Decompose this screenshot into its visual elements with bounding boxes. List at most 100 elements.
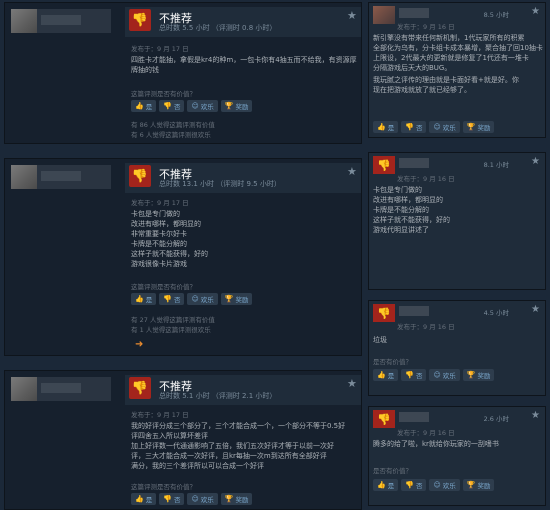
award-button[interactable]: 🏆 奖励 (220, 493, 253, 505)
vote-no-button[interactable]: 👎 否 (401, 479, 427, 491)
vote-no-button[interactable]: 👎 否 (401, 369, 427, 381)
award-button[interactable]: 🏆 奖励 (462, 369, 495, 381)
reviewer-name[interactable] (399, 8, 429, 18)
avatar[interactable] (11, 377, 37, 401)
star-icon[interactable]: ★ (347, 9, 357, 22)
reviewer-name[interactable] (41, 15, 81, 25)
reviewer-name[interactable] (399, 158, 429, 168)
avatar[interactable] (373, 6, 395, 24)
smile-icon: ☺ (191, 295, 199, 303)
vote-yes-button[interactable]: 👍 是 (373, 369, 399, 381)
post-date: 发布于：9 月 17 日 (131, 45, 189, 53)
review-card: 👎 4.5 小时 ★ 发布于：9 月 16 日 垃圾 是否有价值？ 👍 是 👎 否 … (368, 300, 546, 396)
vote-buttons: 👍 是 👎 否 ☺ 欢乐 🏆 奖励 (131, 100, 253, 112)
vote-yes-button[interactable]: 👍 是 (131, 493, 157, 505)
thumbs-down-icon: 👎 (163, 102, 172, 110)
award-button[interactable]: 🏆 奖励 (220, 100, 253, 112)
thumbs-down-icon: 👎 (405, 481, 414, 489)
review-text-line: 评，三大才能合成一次好评，且kr每抽一次m到达所有全部好评 (131, 452, 327, 460)
thumbs-down-icon: 👎 (129, 165, 151, 187)
review-text-line: 我玩腻之评传的理由就是卡面好看+就是好。你 (373, 76, 519, 84)
playtime: 总时数 5.5 小时 （评测时 0.8 小时） (159, 24, 277, 32)
review-text-line: 评四舍五入所以算坏差评 (131, 432, 208, 440)
post-date: 发布于：9 月 16 日 (397, 429, 455, 437)
thumbs-up-icon: 👍 (377, 371, 386, 379)
review-card: 👎 8.1 小时 ★ 发布于：9 月 16 日 卡包是专门做的 改进有哪样，都明… (368, 152, 546, 290)
reviewer-info[interactable] (11, 377, 111, 401)
vote-no-button[interactable]: 👎 否 (159, 100, 185, 112)
vote-no-button[interactable]: 👎 否 (401, 121, 427, 133)
star-icon[interactable]: ★ (531, 6, 540, 17)
award-icon: 🏆 (224, 295, 234, 303)
award-icon: 🏆 (224, 495, 234, 503)
review-card: 8.5 小时 ★ 发布于：9 月 16 日 新引擎没有带来任何新机制，1代玩家所… (368, 2, 546, 138)
funny-count: 有 1 人觉得这篇评测很欢乐 (131, 326, 211, 334)
vote-funny-button[interactable]: ☺ 欢乐 (429, 479, 460, 491)
vote-yes-button[interactable]: 👍 是 (373, 479, 399, 491)
vote-yes-button[interactable]: 👍 是 (131, 100, 157, 112)
review-text-line: 改进有哪样，都明显的 (373, 196, 443, 204)
reviewer-info[interactable] (11, 9, 111, 33)
smile-icon: ☺ (191, 102, 199, 110)
thumbs-down-icon: 👎 (129, 377, 151, 399)
reviewer-name[interactable] (399, 306, 429, 316)
vote-buttons: 👍 是 👎 否 ☺ 欢乐 🏆 奖励 (373, 479, 495, 491)
review-text-line: 卡包是专门做的 (373, 186, 422, 194)
award-icon: 🏆 (466, 481, 476, 489)
award-button[interactable]: 🏆 奖励 (220, 293, 253, 305)
reviewer-name[interactable] (41, 171, 81, 181)
vote-no-button[interactable]: 👎 否 (159, 293, 185, 305)
review-text-line: 全部化为乌有，分卡组卡成本暴增，聚合抽了回10抽卡 (373, 44, 543, 52)
post-date: 发布于：9 月 16 日 (397, 23, 455, 31)
vote-yes-button[interactable]: 👍 是 (131, 293, 157, 305)
helpful-question: 这篇评测是否有价值？ (131, 483, 196, 491)
star-icon[interactable]: ★ (531, 156, 540, 167)
review-text-line: 垃圾 (373, 336, 387, 344)
award-button[interactable]: 🏆 奖励 (462, 479, 495, 491)
star-icon[interactable]: ★ (347, 377, 357, 390)
funny-count: 有 6 人觉得这篇评测很欢乐 (131, 131, 211, 139)
vote-funny-button[interactable]: ☺ 欢乐 (429, 369, 460, 381)
vote-funny-button[interactable]: ☺ 欢乐 (429, 121, 460, 133)
review-text-line: 加上好评数一代通通影响了五倍，我们五次好评才等于以前一次好 (131, 442, 334, 450)
thumbs-up-icon: 👍 (135, 102, 144, 110)
vote-buttons: 👍 是 👎 否 ☺ 欢乐 🏆 奖励 (131, 493, 253, 505)
review-text-line: 我的好评分成三个部分了，三个才能合成一个，一个部分不等于0.5好 (131, 422, 346, 430)
review-text-line: 改进有哪样，都明显的 (131, 220, 201, 228)
award-icon: 🏆 (466, 371, 476, 379)
reviewer-name[interactable] (41, 383, 81, 393)
playtime: 8.5 小时 (483, 11, 509, 19)
vote-yes-button[interactable]: 👍 是 (373, 121, 399, 133)
star-icon[interactable]: ★ (347, 165, 357, 178)
avatar[interactable] (11, 9, 37, 33)
thumbs-up-icon: 👍 (377, 481, 386, 489)
award-icon: 🏆 (224, 102, 234, 110)
award-icon: 🏆 (466, 123, 476, 131)
vote-buttons: 👍 是 👎 否 ☺ 欢乐 🏆 奖励 (131, 293, 253, 305)
reviewer-info[interactable] (11, 165, 111, 189)
vote-funny-button[interactable]: ☺ 欢乐 (187, 493, 218, 505)
review-card: 👎 不推荐 总时数 5.5 小时 （评测时 0.8 小时） ★ 发布于：9 月 … (4, 2, 362, 144)
smile-icon: ☺ (191, 495, 199, 503)
helpful-question: 这篇评测是否有价值？ (131, 90, 196, 98)
review-card: 👎 2.6 小时 ★ 发布于：9 月 16 日 腾多的给了啦，kr就给你玩家的一… (368, 406, 546, 506)
avatar[interactable] (11, 165, 37, 189)
star-icon[interactable]: ★ (531, 304, 540, 315)
review-text-line: 腾多的给了啦，kr就给你玩家的一刮嗜书 (373, 440, 499, 448)
vote-no-button[interactable]: 👎 否 (159, 493, 185, 505)
review-text-line: 四胜卡才能抽，拿假是kr4的种m，一包卡你有4抽五而不给我，有资源厚 (131, 56, 357, 64)
helpful-count: 有 27 人觉得这篇评测有价值 (131, 316, 215, 324)
vote-funny-button[interactable]: ☺ 欢乐 (187, 293, 218, 305)
review-text-line: 满分，我的三个差评所以可以合成一个好评 (131, 462, 264, 470)
review-text-line: 牌抽的钱 (131, 66, 159, 74)
award-button[interactable]: 🏆 奖励 (462, 121, 495, 133)
review-text-line: 现在把游戏就放了就已经够了。 (373, 86, 471, 94)
post-date: 发布于：9 月 17 日 (131, 199, 189, 207)
vote-funny-button[interactable]: ☺ 欢乐 (187, 100, 218, 112)
thumbs-down-icon: 👎 (405, 371, 414, 379)
thumbs-down-icon: 👎 (129, 9, 151, 31)
review-text-line: 游戏代明显讲述了 (373, 226, 429, 234)
post-date: 发布于：9 月 16 日 (397, 175, 455, 183)
star-icon[interactable]: ★ (531, 410, 540, 421)
reviewer-name[interactable] (399, 412, 429, 422)
